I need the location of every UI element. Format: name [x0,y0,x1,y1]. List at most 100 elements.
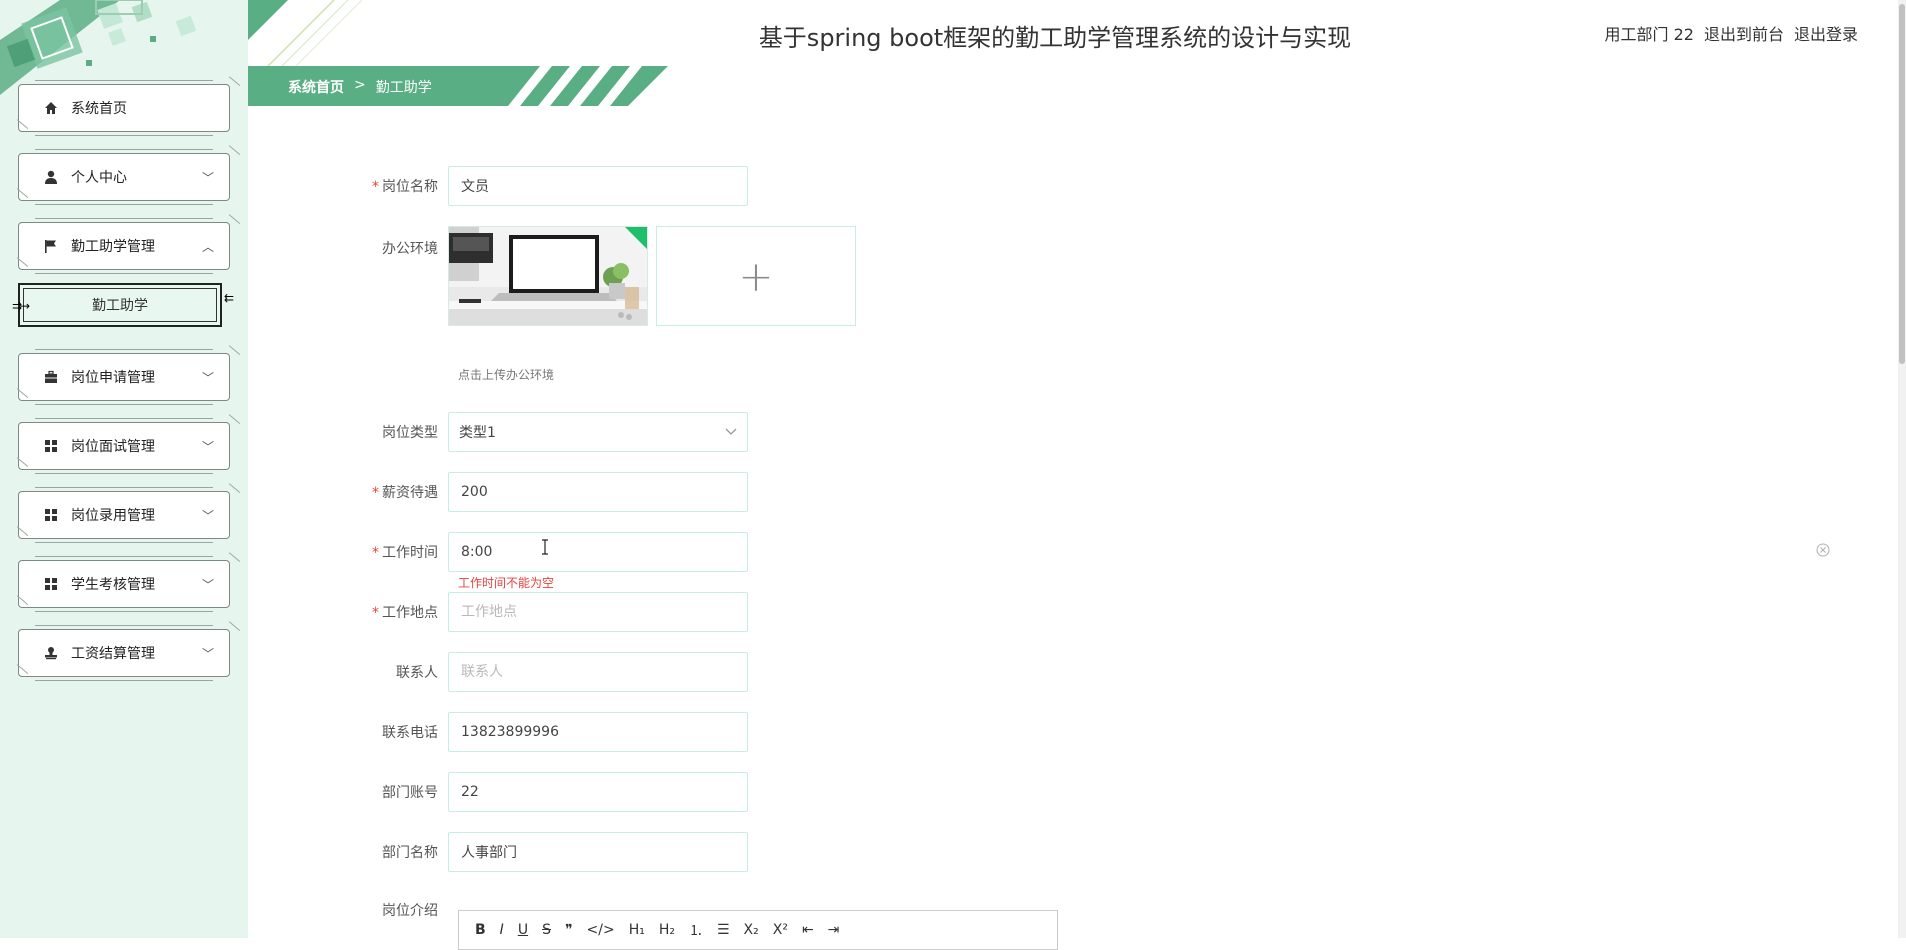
italic-button[interactable]: I [500,922,504,938]
h2-button[interactable]: H₂ [659,922,675,938]
sidebar-item-label: 岗位录用管理 [71,508,155,524]
work-time-input[interactable] [448,532,748,572]
menu-decoration [219,552,241,573]
dept-account-label: 部门账号 [382,785,438,801]
h1-button[interactable]: H₁ [629,922,645,938]
chevron-down-icon: ﹀ [201,170,214,185]
outdent-button[interactable]: ⇤ [802,922,814,938]
upload-hint: 点击上传办公环境 [458,368,555,382]
job-name-label: * 岗位名称 [340,176,448,196]
subscript-button[interactable]: X₂ [744,922,759,938]
required-mark: * [372,605,379,621]
work-place-input[interactable] [448,592,748,632]
salary-label: * 薪资待遇 [340,482,448,502]
form-row-dept-name: 部门名称 [340,832,748,872]
sidebar-item-home[interactable]: 系统首页 [7,76,241,140]
flag-icon [43,238,59,254]
ordered-list-button[interactable]: ⒈ [689,920,703,940]
work-time-label: * 工作时间 [340,542,448,562]
job-name-label-text: 岗位名称 [382,179,438,195]
chevron-down-icon: ﹀ [201,439,214,454]
form-row-work-place: * 工作地点 [340,592,748,632]
required-mark: * [372,545,379,561]
work-place-label-text: 工作地点 [382,605,438,621]
form-row-job-type: 岗位类型 类型1 [340,412,748,452]
underline-button[interactable]: U [518,922,528,938]
form-row-job-name: * 岗位名称 [340,166,748,206]
sidebar-item-job-hiring[interactable]: 岗位录用管理 ﹀ [7,483,241,547]
sidebar-item-label: 岗位申请管理 [71,370,155,386]
menu-decoration [7,664,29,685]
header-decoration [248,0,363,67]
upload-add-button[interactable]: + [656,226,856,326]
work-time-label-text: 工作时间 [382,545,438,561]
sidebar-item-student-assessment[interactable]: 学生考核管理 ﹀ [7,552,241,616]
submenu-item-work-study[interactable]: ⇉→ ⇇ 勤工助学 [12,283,234,327]
dept-name-label: 部门名称 [382,845,438,861]
sidebar: 系统首页 个人中心 ﹀ 勤工助学管理 ︿ ⇉→ ⇇ 勤工助学 岗位申请管理 ﹀ … [0,0,248,938]
job-type-label: 岗位类型 [382,425,438,441]
sidebar-item-label: 系统首页 [71,101,127,117]
phone-label: 联系电话 [382,725,438,741]
contact-input[interactable] [448,652,748,692]
dept-name-input[interactable] [448,832,748,872]
laptop-photo [449,227,647,325]
breadcrumb-separator: > [354,77,366,93]
menu-decoration [219,345,241,366]
job-type-select[interactable]: 类型1 [448,412,748,452]
chevron-down-icon: ﹀ [201,508,214,523]
required-mark: * [372,179,379,195]
chevron-down-icon: ﹀ [201,370,214,385]
grid-icon [43,438,59,454]
chevron-down-icon: ﹀ [201,577,214,592]
contact-label: 联系人 [396,665,438,681]
required-mark: * [372,485,379,501]
job-name-input[interactable] [448,166,748,206]
sidebar-item-label: 勤工助学管理 [71,239,155,255]
form-row-salary: * 薪资待遇 [340,472,748,512]
code-button[interactable]: </> [587,922,615,938]
close-circle-icon[interactable] [1816,543,1830,557]
bold-button[interactable]: B [475,922,486,938]
blockquote-button[interactable]: ❞ [565,922,573,938]
sidebar-item-job-interview[interactable]: 岗位面试管理 ﹀ [7,414,241,478]
menu-decoration [219,483,241,504]
breadcrumb-home[interactable]: 系统首页 [288,77,344,97]
sidebar-item-salary-settlement[interactable]: 工资结算管理 ﹀ [7,621,241,685]
work-time-error: 工作时间不能为空 [458,576,555,590]
menu-decoration [219,621,241,642]
menu-decoration [7,526,29,547]
user-icon [43,169,59,185]
indent-button[interactable]: ⇥ [828,922,840,938]
breadcrumb: 系统首页 > 勤工助学 [288,77,432,97]
menu-decoration [7,188,29,209]
sidebar-item-label: 岗位面试管理 [71,439,155,455]
stamp-icon [43,645,59,661]
sidebar-item-personal-center[interactable]: 个人中心 ﹀ [7,145,241,209]
menu-decoration [7,119,29,140]
sidebar-item-job-application[interactable]: 岗位申请管理 ﹀ [7,345,241,409]
menu-decoration [219,214,241,235]
phone-input[interactable] [448,712,748,752]
logout-link[interactable]: 退出登录 [1794,21,1858,45]
dept-account-input[interactable] [448,772,748,812]
menu-decoration [219,145,241,166]
side-menu: 系统首页 个人中心 ﹀ 勤工助学管理 ︿ ⇉→ ⇇ 勤工助学 岗位申请管理 ﹀ … [7,76,241,698]
home-icon [43,100,59,116]
bullet-list-button[interactable]: ☰ [717,922,730,938]
exit-to-front-link[interactable]: 退出到前台 [1704,21,1784,45]
sidebar-item-work-study-management[interactable]: 勤工助学管理 ︿ [7,214,241,278]
strike-button[interactable]: S [542,922,551,938]
salary-input[interactable] [448,472,748,512]
form-row-dept-account: 部门账号 [340,772,748,812]
scrollbar-thumb[interactable] [1899,4,1905,364]
office-env-image[interactable] [448,226,648,326]
grid-icon [43,507,59,523]
superscript-button[interactable]: X² [773,922,788,938]
chevron-down-icon: ﹀ [201,646,214,661]
grid-icon [43,576,59,592]
menu-decoration [7,388,29,409]
page-scrollbar[interactable] [1898,0,1906,938]
chevron-down-icon [725,428,737,435]
job-type-selected: 类型1 [459,425,496,441]
